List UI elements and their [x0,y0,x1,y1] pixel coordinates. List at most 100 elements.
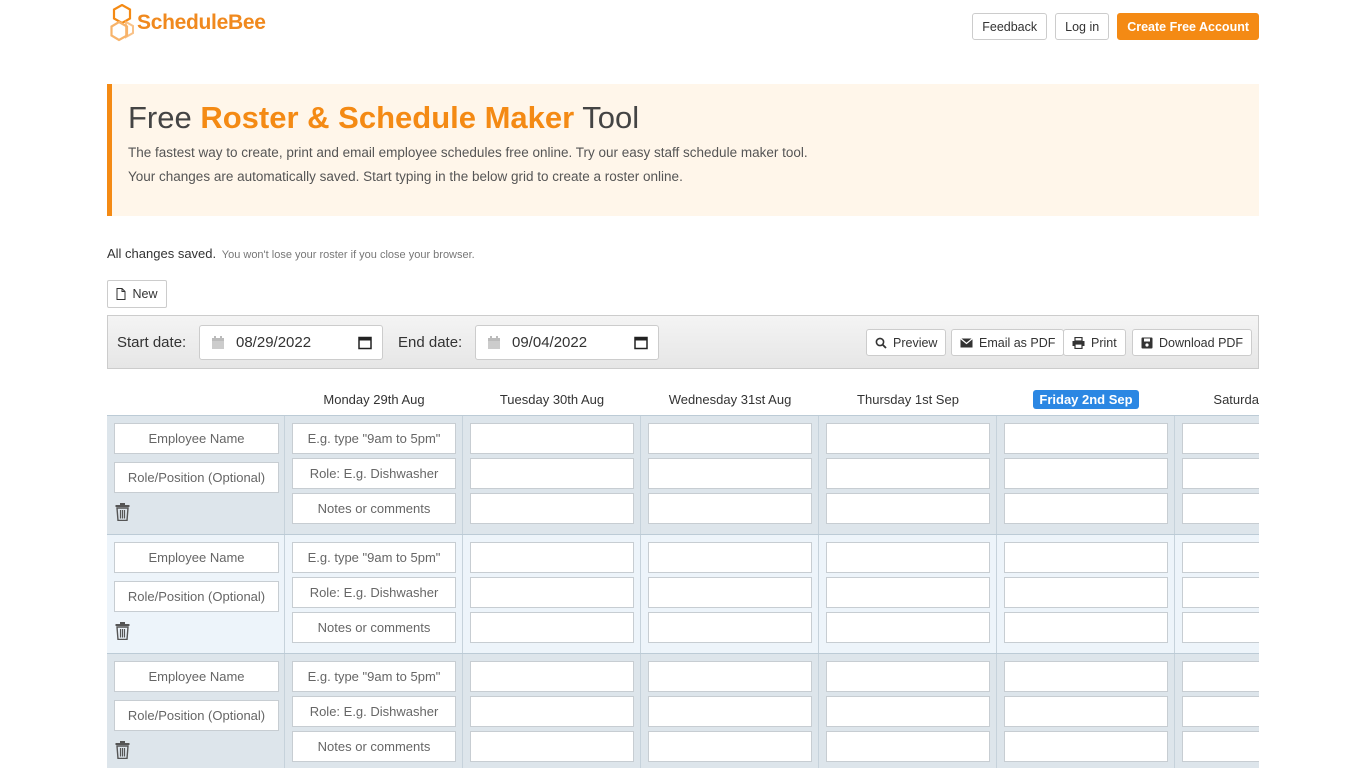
shift-time-input[interactable] [648,542,812,573]
shift-notes-input[interactable] [1182,493,1259,524]
day-cell: E.g. type "9am to 5pm" Role: E.g. Dishwas… [285,654,463,768]
print-button[interactable]: Print [1063,329,1126,356]
shift-notes-input[interactable] [470,493,634,524]
employee-name-input[interactable]: Employee Name [114,661,279,692]
shift-notes-input[interactable] [826,731,990,762]
calendar-picker-icon[interactable] [358,335,372,350]
role-position-input[interactable]: Role/Position (Optional) [114,581,279,612]
preview-label: Preview [893,335,938,350]
calendar-picker-icon[interactable] [634,335,648,350]
day-header-label: Tuesday 30th Aug [499,391,605,407]
trash-icon[interactable] [115,503,130,526]
employee-info-cell: Employee Name Role/Position (Optional) [107,654,285,768]
save-status-text: All changes saved. [107,246,217,261]
role-position-input[interactable]: Role/Position (Optional) [114,700,279,731]
shift-time-input[interactable] [826,542,990,573]
roster-grid: Monday 29th Aug Tuesday 30th Aug Wednesday… [107,383,1259,768]
shift-role-input[interactable] [1182,577,1259,608]
shift-role-input[interactable] [826,696,990,727]
shift-notes-input[interactable] [826,493,990,524]
shift-notes-input[interactable] [648,731,812,762]
day-cell [463,654,641,768]
day-header: Tuesday 30th Aug [463,383,641,415]
shift-role-input[interactable] [648,458,812,489]
shift-time-input[interactable] [826,661,990,692]
shift-role-input[interactable]: Role: E.g. Dishwasher [292,696,456,727]
shift-time-input[interactable]: E.g. type "9am to 5pm" [292,542,456,573]
feedback-button[interactable]: Feedback [972,13,1048,40]
role-position-input[interactable]: Role/Position (Optional) [114,462,279,493]
shift-role-input[interactable] [470,696,634,727]
shift-notes-input[interactable] [1004,493,1168,524]
trash-icon[interactable] [115,622,130,645]
shift-time-input[interactable] [1182,542,1259,573]
calendar-icon [488,336,500,349]
shift-notes-input[interactable] [1182,731,1259,762]
shift-time-input[interactable] [648,423,812,454]
shift-time-input[interactable] [1182,423,1259,454]
envelope-icon [960,337,973,347]
start-date-input[interactable]: 08/29/2022 [199,325,383,360]
shift-role-input[interactable] [826,577,990,608]
shift-time-input[interactable] [826,423,990,454]
shift-role-input[interactable]: Role: E.g. Dishwasher [292,458,456,489]
login-button[interactable]: Log in [1055,13,1110,40]
save-status: All changes saved. You won't lose your r… [107,246,475,261]
shift-role-input[interactable] [648,577,812,608]
shift-time-input[interactable] [470,661,634,692]
create-account-button[interactable]: Create Free Account [1117,13,1259,40]
shift-time-input[interactable] [470,423,634,454]
day-cell [463,416,641,534]
shift-role-input[interactable] [1004,577,1168,608]
shift-time-input[interactable] [470,542,634,573]
shift-notes-input[interactable] [1004,612,1168,643]
brand-logo[interactable]: ScheduleBee [110,4,266,42]
hero-description: The fastest way to create, print and ema… [128,145,808,160]
shift-notes-input[interactable] [470,612,634,643]
shift-notes-input[interactable]: Notes or comments [292,493,456,524]
shift-time-input[interactable] [1004,542,1168,573]
shift-role-input[interactable]: Role: E.g. Dishwasher [292,577,456,608]
shift-notes-input[interactable] [470,731,634,762]
employee-name-input[interactable]: Employee Name [114,542,279,573]
shift-notes-input[interactable] [1004,731,1168,762]
shift-time-input[interactable]: E.g. type "9am to 5pm" [292,423,456,454]
shift-role-input[interactable] [648,696,812,727]
trash-icon[interactable] [115,741,130,764]
shift-time-input[interactable] [1004,661,1168,692]
shift-role-input[interactable] [1182,696,1259,727]
email-pdf-button[interactable]: Email as PDF [951,329,1065,356]
shift-time-input[interactable] [1182,661,1259,692]
day-header-label: Thursday 1st Sep [857,391,959,407]
shift-notes-input[interactable] [826,612,990,643]
shift-notes-input[interactable] [648,612,812,643]
shift-notes-input[interactable] [648,493,812,524]
shift-role-input[interactable] [826,458,990,489]
shift-role-input[interactable] [1004,458,1168,489]
day-header-today-label: Friday 2nd Sep [1033,389,1139,409]
shift-time-input[interactable] [648,661,812,692]
shift-role-input[interactable] [1004,696,1168,727]
preview-button[interactable]: Preview [866,329,947,356]
day-cell [641,535,819,653]
end-date-input[interactable]: 09/04/2022 [475,325,659,360]
new-roster-button[interactable]: New [107,280,167,308]
title-suffix: Tool [574,100,640,135]
shift-time-input[interactable]: E.g. type "9am to 5pm" [292,661,456,692]
shift-notes-input[interactable]: Notes or comments [292,731,456,762]
shift-notes-input[interactable]: Notes or comments [292,612,456,643]
shift-notes-input[interactable] [1182,612,1259,643]
download-pdf-button[interactable]: Download PDF [1132,329,1253,356]
day-cell [1175,535,1259,653]
day-cell [997,535,1175,653]
day-cell: E.g. type "9am to 5pm" Role: E.g. Dishwas… [285,535,463,653]
end-date-label: End date: [398,334,463,351]
shift-role-input[interactable] [470,577,634,608]
new-roster-label: New [132,287,158,301]
email-pdf-label: Email as PDF [979,335,1056,350]
shift-role-input[interactable] [1182,458,1259,489]
start-date-label: Start date: [117,334,187,351]
employee-name-input[interactable]: Employee Name [114,423,279,454]
shift-role-input[interactable] [470,458,634,489]
shift-time-input[interactable] [1004,423,1168,454]
